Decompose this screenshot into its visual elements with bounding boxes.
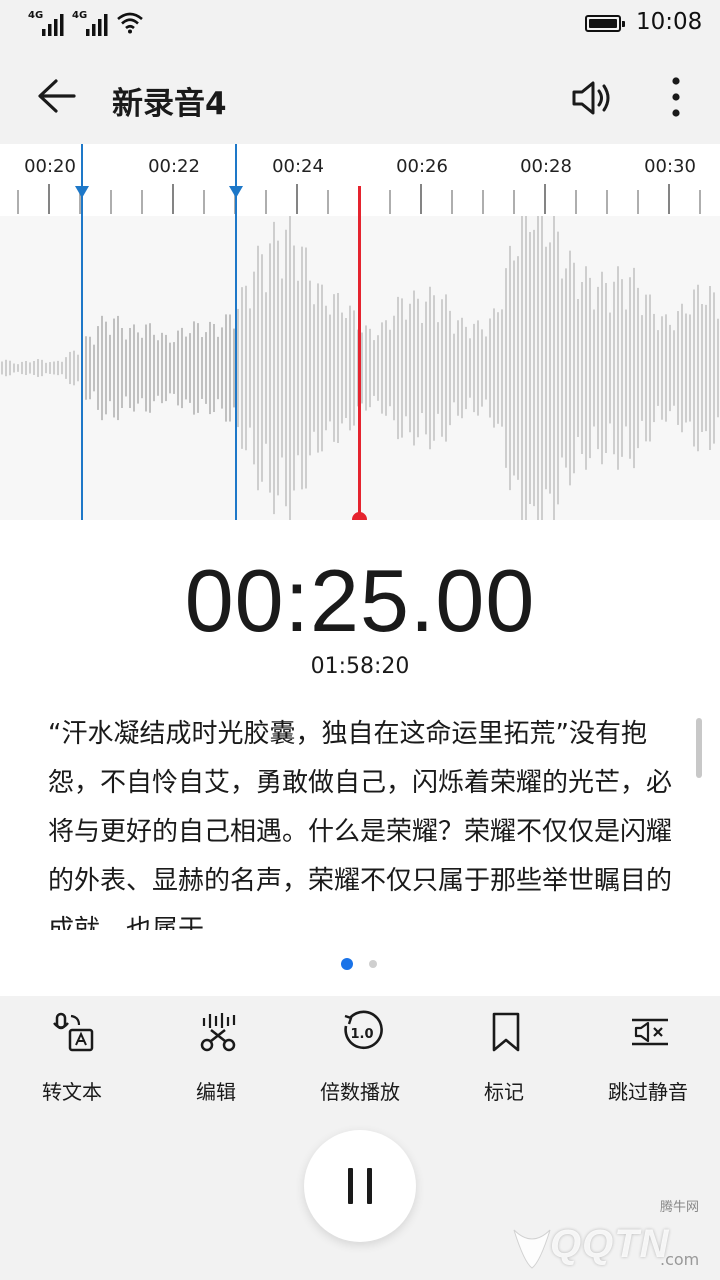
status-time: 10:08 bbox=[636, 9, 703, 35]
speech-to-text-icon bbox=[53, 1012, 94, 1052]
toolbar-label: 转文本 bbox=[42, 1080, 102, 1104]
watermark-suffix: .com bbox=[660, 1250, 700, 1269]
transcript-text[interactable]: “汗水凝结成时光胶囊，独自在这命运里拓荒”没有抱怨，不自怜自艾，勇敢做自己，闪烁… bbox=[48, 710, 674, 930]
current-time: 00:25.00 bbox=[184, 551, 536, 650]
svg-text:1.0: 1.0 bbox=[350, 1027, 373, 1042]
marker-flag-icon bbox=[75, 186, 89, 198]
marker-line[interactable] bbox=[235, 144, 237, 520]
status-bar: 4G 4G 10:08 bbox=[0, 0, 720, 48]
timeline-label: 00:20 bbox=[24, 156, 76, 177]
timeline-label: 00:30 bbox=[644, 156, 696, 177]
skip-silence-button[interactable]: 跳过静音 bbox=[578, 1010, 718, 1104]
toolbar-label: 倍数播放 bbox=[320, 1080, 400, 1104]
page-dot-active[interactable] bbox=[341, 958, 353, 970]
network-type-label: 4G bbox=[28, 10, 44, 21]
more-vertical-icon[interactable] bbox=[656, 72, 696, 122]
app-header: 新录音4 bbox=[0, 48, 720, 144]
scissors-edit-icon bbox=[200, 1013, 236, 1052]
timeline-label: 00:24 bbox=[272, 156, 324, 177]
watermark-logo: QQTN 腾牛网 .com bbox=[510, 1196, 720, 1280]
page-title: 新录音4 bbox=[112, 86, 227, 122]
toolbar-label: 标记 bbox=[484, 1080, 524, 1104]
battery-icon bbox=[585, 15, 625, 32]
skip-silence-icon bbox=[632, 1018, 668, 1046]
playback-speed-button[interactable]: 1.0 倍数播放 bbox=[290, 1010, 430, 1104]
timeline-label: 00:26 bbox=[396, 156, 448, 177]
marker-flag-icon bbox=[229, 186, 243, 198]
page-dot[interactable] bbox=[369, 960, 377, 968]
bookmark-button[interactable]: 标记 bbox=[434, 1010, 574, 1104]
watermark-text: QQTN bbox=[550, 1222, 670, 1266]
playback-content: 00:25.00 01:58:20 “汗水凝结成时光胶囊，独自在这命运里拓荒”没… bbox=[0, 520, 720, 996]
signal-bars-icon bbox=[42, 14, 64, 36]
pause-icon bbox=[367, 1168, 372, 1204]
toolbar-label: 跳过静音 bbox=[608, 1080, 688, 1104]
toolbar-label: 编辑 bbox=[196, 1080, 236, 1104]
transcript-scrollbar[interactable] bbox=[696, 718, 702, 778]
watermark-small-text: 腾牛网 bbox=[660, 1200, 700, 1215]
edit-button[interactable]: 编辑 bbox=[146, 1010, 286, 1104]
wifi-icon bbox=[117, 12, 143, 34]
total-duration: 01:58:20 bbox=[310, 654, 410, 679]
pause-icon bbox=[348, 1168, 353, 1204]
timeline-label: 00:28 bbox=[520, 156, 572, 177]
bookmark-icon bbox=[492, 1012, 520, 1052]
transcribe-button[interactable]: 转文本 bbox=[2, 1010, 142, 1104]
pause-button[interactable] bbox=[304, 1130, 416, 1242]
timeline-label: 00:22 bbox=[148, 156, 200, 177]
marker-line[interactable] bbox=[81, 144, 83, 520]
network-type-label: 4G bbox=[72, 10, 88, 21]
speaker-icon[interactable] bbox=[566, 74, 618, 122]
signal-bars-icon bbox=[86, 14, 108, 36]
playback-speed-icon: 1.0 bbox=[344, 1010, 383, 1050]
arrow-left-icon[interactable] bbox=[28, 70, 84, 122]
watermark-emblem-icon bbox=[513, 1229, 551, 1269]
playhead-line[interactable] bbox=[358, 186, 361, 516]
